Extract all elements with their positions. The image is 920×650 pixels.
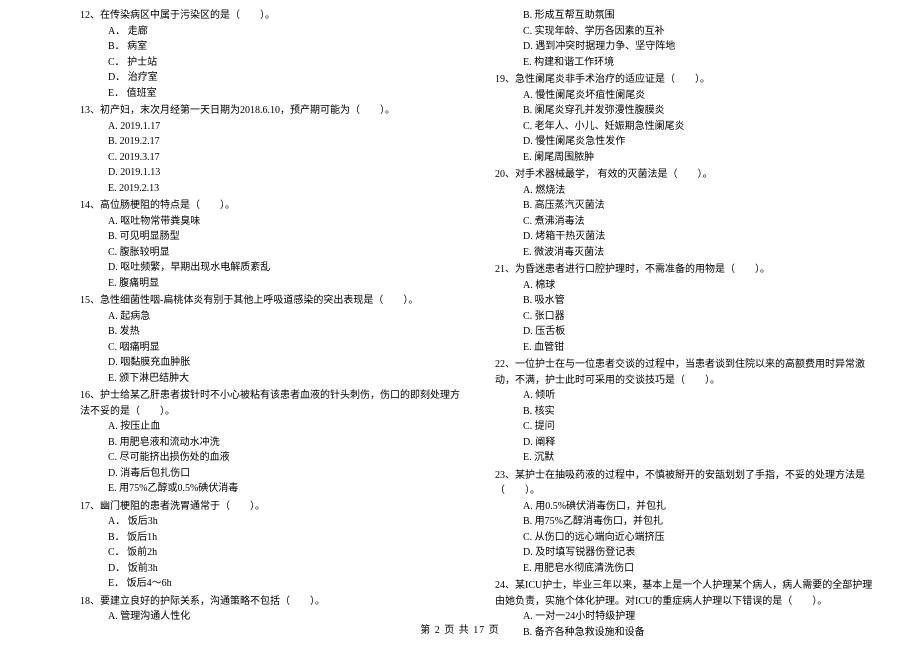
question-option: D． 治疗室 bbox=[80, 70, 465, 86]
question-option: C. 从伤口的远心端向近心端挤压 bbox=[495, 530, 880, 546]
question-stem: 13、初产妇，末次月经第一天日期为2018.6.10，预产期可能为（ ）。 bbox=[80, 103, 465, 119]
question-option: E. 腹痛明显 bbox=[80, 276, 465, 292]
question-16: 16、护士给某乙肝患者拔针时不小心被粘有该患者血液的针头刺伤，伤口的即刻处理方法… bbox=[80, 388, 465, 497]
question-option: C. 咽痛明显 bbox=[80, 340, 465, 356]
right-column: B. 形成互帮互助氛围 C. 实现年龄、学历各因素的互补 D. 遇到冲突时据理力… bbox=[485, 8, 880, 642]
question-23: 23、某护士在抽吸药液的过程中，不慎被掰开的安瓿划划了手指，不妥的处理方法是（ … bbox=[495, 468, 880, 577]
question-option: C. 腹胀较明显 bbox=[80, 245, 465, 261]
question-option: B. 阑尾炎穿孔并发弥漫性腹膜炎 bbox=[495, 103, 880, 119]
question-stem: 14、高位肠梗阻的特点是（ ）。 bbox=[80, 198, 465, 214]
question-stem: 24、某ICU护士，毕业三年以来，基本上是一个人护理某个病人，病人需要的全部护理… bbox=[495, 578, 880, 609]
exam-page: 12、在传染病区中属于污染区的是（ ）。 A． 走廊 B． 病室 C． 护士站 … bbox=[0, 0, 920, 642]
question-stem: 17、幽门梗阻的患者洗胃通常于（ ）。 bbox=[80, 499, 465, 515]
question-option: D. 及时填写锐器伤登记表 bbox=[495, 545, 880, 561]
question-15: 15、急性细菌性咽-扁桃体炎有别于其他上呼吸道感染的突出表现是（ ）。 A. 起… bbox=[80, 293, 465, 386]
question-18-cont: B. 形成互帮互助氛围 C. 实现年龄、学历各因素的互补 D. 遇到冲突时据理力… bbox=[495, 8, 880, 70]
question-option: E. 沉默 bbox=[495, 450, 880, 466]
question-option: C. 张口器 bbox=[495, 309, 880, 325]
question-option: B. 吸水管 bbox=[495, 293, 880, 309]
question-option: A. 2019.1.17 bbox=[80, 119, 465, 135]
question-option: C. 尽可能挤出损伤处的血液 bbox=[80, 450, 465, 466]
question-22: 22、一位护士在与一位患者交谈的过程中，当患者谈到住院以来的高额费用时异常激动，… bbox=[495, 357, 880, 466]
question-option: D. 遇到冲突时据理力争、坚守阵地 bbox=[495, 39, 880, 55]
question-option: C． 饭前2h bbox=[80, 545, 465, 561]
question-option: D． 饭前3h bbox=[80, 561, 465, 577]
question-option: A． 走廊 bbox=[80, 24, 465, 40]
question-option: D. 压舌板 bbox=[495, 324, 880, 340]
question-stem: 19、急性阑尾炎非手术治疗的适应证是（ ）。 bbox=[495, 72, 880, 88]
question-option: E. 用75%乙醇或0.5%碘伏消毒 bbox=[80, 481, 465, 497]
question-option: B. 用肥皂液和流动水冲洗 bbox=[80, 435, 465, 451]
question-stem: 22、一位护士在与一位患者交谈的过程中，当患者谈到住院以来的高额费用时异常激动，… bbox=[495, 357, 880, 388]
question-option: D. 慢性阑尾炎急性发作 bbox=[495, 134, 880, 150]
question-20: 20、对手术器械最学， 有效的灭菌法是（ ）。 A. 燃烧法 B. 高压蒸汽灭菌… bbox=[495, 167, 880, 260]
question-option: A. 起病急 bbox=[80, 309, 465, 325]
question-option: C. 煮沸消毒法 bbox=[495, 214, 880, 230]
question-option: B. 2019.2.17 bbox=[80, 134, 465, 150]
question-option: D. 烤箱干热灭菌法 bbox=[495, 229, 880, 245]
question-option: A． 饭后3h bbox=[80, 514, 465, 530]
question-option: D. 消毒后包扎伤口 bbox=[80, 466, 465, 482]
question-option: E． 值班室 bbox=[80, 86, 465, 102]
question-option: B． 饭后1h bbox=[80, 530, 465, 546]
question-option: E. 颁下淋巴结肿大 bbox=[80, 371, 465, 387]
question-option: A. 按压止血 bbox=[80, 419, 465, 435]
question-option: B． 病室 bbox=[80, 39, 465, 55]
question-stem: 18、要建立良好的护际关系，沟通策略不包括（ ）。 bbox=[80, 594, 465, 610]
question-option: E. 微波消毒灭菌法 bbox=[495, 245, 880, 261]
question-12: 12、在传染病区中属于污染区的是（ ）。 A． 走廊 B． 病室 C． 护士站 … bbox=[80, 8, 465, 101]
question-option: E. 阑尾周围脓肿 bbox=[495, 150, 880, 166]
question-stem: 15、急性细菌性咽-扁桃体炎有别于其他上呼吸道感染的突出表现是（ ）。 bbox=[80, 293, 465, 309]
question-option: A. 倾听 bbox=[495, 388, 880, 404]
question-option: B. 形成互帮互助氛围 bbox=[495, 8, 880, 24]
question-19: 19、急性阑尾炎非手术治疗的适应证是（ ）。 A. 慢性阑尾炎坏疽性阑尾炎 B.… bbox=[495, 72, 880, 165]
question-stem: 12、在传染病区中属于污染区的是（ ）。 bbox=[80, 8, 465, 24]
question-option: C. 提问 bbox=[495, 419, 880, 435]
question-stem: 23、某护士在抽吸药液的过程中，不慎被掰开的安瓿划划了手指，不妥的处理方法是（ … bbox=[495, 468, 880, 499]
question-option: B. 可见明显肠型 bbox=[80, 229, 465, 245]
question-option: E. 用肥皂水彻底清洗伤口 bbox=[495, 561, 880, 577]
question-option: D. 阐释 bbox=[495, 435, 880, 451]
question-13: 13、初产妇，末次月经第一天日期为2018.6.10，预产期可能为（ ）。 A.… bbox=[80, 103, 465, 196]
question-option: B. 高压蒸汽灭菌法 bbox=[495, 198, 880, 214]
question-option: A. 燃烧法 bbox=[495, 183, 880, 199]
question-17: 17、幽门梗阻的患者洗胃通常于（ ）。 A． 饭后3h B． 饭后1h C． 饭… bbox=[80, 499, 465, 592]
question-option: E． 饭后4～6h bbox=[80, 576, 465, 592]
question-option: E. 血管钳 bbox=[495, 340, 880, 356]
question-option: A. 棉球 bbox=[495, 278, 880, 294]
question-option: A. 用0.5%碘伏消毒伤口，并包扎 bbox=[495, 499, 880, 515]
question-stem: 21、为昏迷患者进行口腔护理时，不需准备的用物是（ ）。 bbox=[495, 262, 880, 278]
question-option: C. 实现年龄、学历各因素的互补 bbox=[495, 24, 880, 40]
question-option: C. 2019.3.17 bbox=[80, 150, 465, 166]
question-18: 18、要建立良好的护际关系，沟通策略不包括（ ）。 A. 管理沟通人性化 bbox=[80, 594, 465, 625]
question-option: A. 慢性阑尾炎坏疽性阑尾炎 bbox=[495, 88, 880, 104]
page-footer: 第 2 页 共 17 页 bbox=[0, 621, 920, 636]
question-stem: 16、护士给某乙肝患者拔针时不小心被粘有该患者血液的针头刺伤，伤口的即刻处理方法… bbox=[80, 388, 465, 419]
question-option: E. 2019.2.13 bbox=[80, 181, 465, 197]
question-option: D. 咽黏膜充血肿胀 bbox=[80, 355, 465, 371]
question-option: A. 呕吐物常带粪臭味 bbox=[80, 214, 465, 230]
question-option: B. 发热 bbox=[80, 324, 465, 340]
question-option: C. 老年人、小儿、妊娠期急性阑尾炎 bbox=[495, 119, 880, 135]
question-stem: 20、对手术器械最学， 有效的灭菌法是（ ）。 bbox=[495, 167, 880, 183]
question-option: D. 呕吐频繁，早期出现水电解质紊乱 bbox=[80, 260, 465, 276]
question-option: E. 构建和谐工作环境 bbox=[495, 55, 880, 71]
left-column: 12、在传染病区中属于污染区的是（ ）。 A． 走廊 B． 病室 C． 护士站 … bbox=[80, 8, 485, 642]
question-option: C． 护士站 bbox=[80, 55, 465, 71]
question-option: B. 核实 bbox=[495, 404, 880, 420]
question-option: D. 2019.1.13 bbox=[80, 165, 465, 181]
question-21: 21、为昏迷患者进行口腔护理时，不需准备的用物是（ ）。 A. 棉球 B. 吸水… bbox=[495, 262, 880, 355]
question-14: 14、高位肠梗阻的特点是（ ）。 A. 呕吐物常带粪臭味 B. 可见明显肠型 C… bbox=[80, 198, 465, 291]
question-option: B. 用75%乙醇消毒伤口，并包扎 bbox=[495, 514, 880, 530]
